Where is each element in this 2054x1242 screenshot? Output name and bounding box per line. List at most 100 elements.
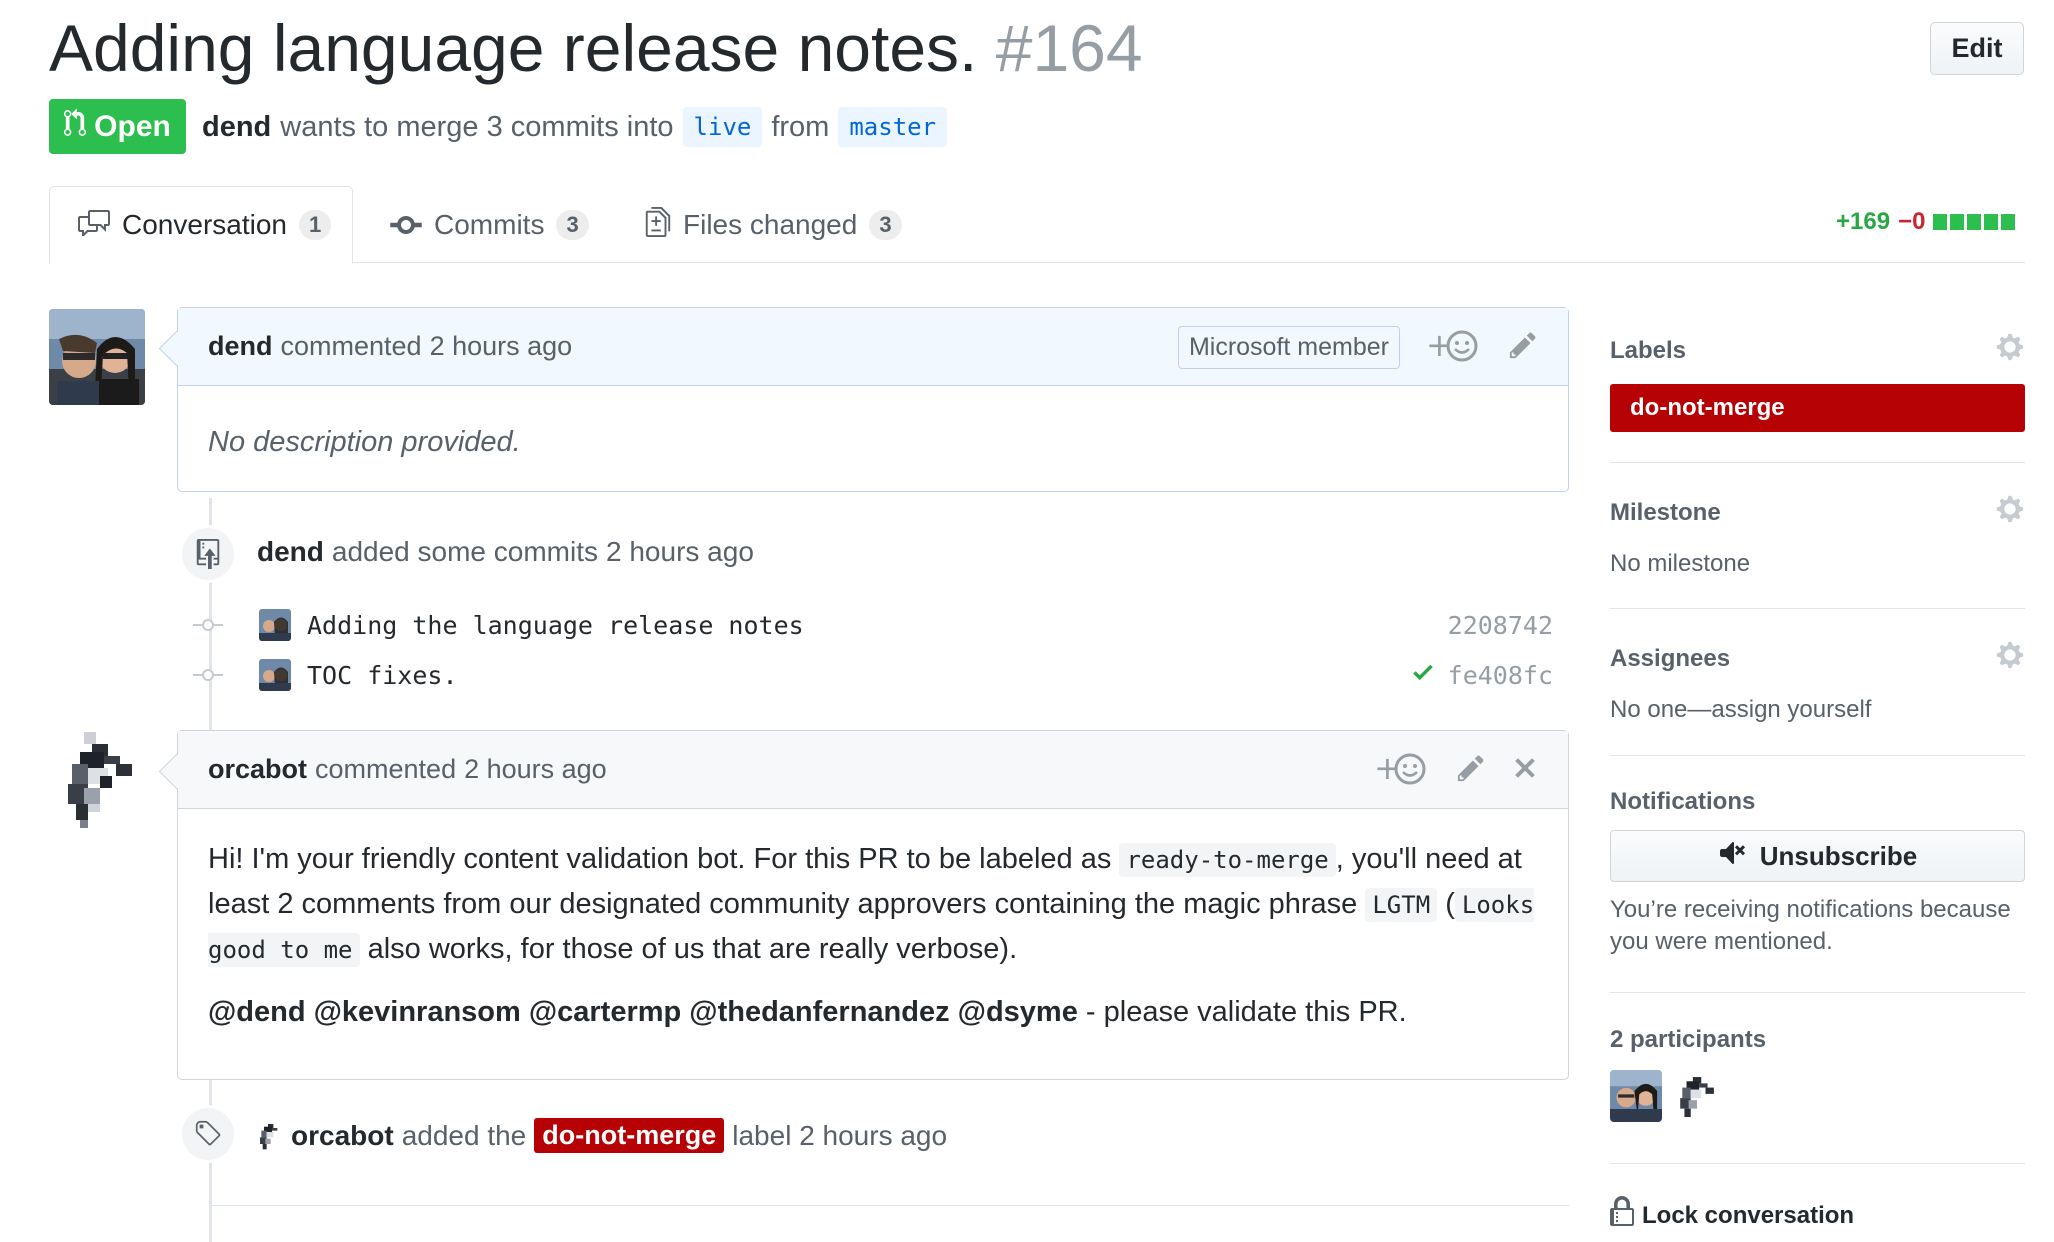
comment-action: commented [315,754,457,784]
user-mentions[interactable]: @dend @kevinransom @cartermp @thedanfern… [208,996,1078,1028]
labels-heading[interactable]: Labels [1610,337,1686,365]
sidebar-lock[interactable]: Lock conversation [1610,1196,2025,1235]
sidebar-participants: 2 participants [1610,1026,2025,1122]
pr-state-label: Open [94,109,171,143]
diffstat-deletions: −0 [1898,208,1926,235]
gear-icon[interactable] [1995,332,2025,370]
commit-row: Adding the language release notes 220874… [193,605,1553,645]
mute-icon [1718,840,1750,873]
milestone-value: No milestone [1610,550,1751,577]
mentions-paragraph: @dend @kevinransom @cartermp @thedanfern… [208,990,1538,1034]
assignees-heading[interactable]: Assignees [1610,645,1730,673]
notifications-heading: Notifications [1610,788,1756,815]
tab-conversation-label: Conversation [122,209,287,240]
comment-dend: dend commented 2 hours ago Microsoft mem… [177,307,1569,492]
comment-orcabot: orcabot commented 2 hours ago + Hi! I'm … [177,730,1569,1080]
assignees-value[interactable]: No one—assign yourself [1610,694,2025,726]
commit-message[interactable]: TOC fixes. [307,661,458,690]
comment-author[interactable]: orcabot [208,754,307,785]
sidebar-labels: Labels do-not-merge [1610,332,2025,432]
code-ready-to-merge: ready-to-merge [1119,843,1336,877]
check-icon[interactable] [1410,659,1436,691]
commits-event-time[interactable]: 2 hours ago [606,536,754,568]
commit-dot-icon [193,618,223,632]
commit-sha[interactable]: 2208742 [1448,611,1553,640]
diffstat-additions: +169 [1836,208,1891,235]
tab-conversation[interactable]: Conversation 1 [49,186,353,264]
comment-author[interactable]: dend [208,331,273,362]
label-event-time: label 2 hours ago [732,1119,948,1151]
comment-discussion-icon [78,208,110,243]
participants-heading: 2 participants [1610,1026,1767,1053]
commits-event: dend added some commits 2 hours ago [257,536,754,568]
label-event-text: added the [401,1119,527,1151]
from-text: from [771,110,830,143]
pr-author-link[interactable]: dend [202,111,271,144]
tab-commits-count: 3 [556,210,589,240]
commit-row: TOC fixes. fe408fc [193,655,1553,695]
commit-dot-icon [193,668,223,682]
sidebar-label-do-not-merge[interactable]: do-not-merge [1610,384,2025,432]
member-badge: Microsoft member [1177,326,1400,369]
tag-icon [179,1105,237,1163]
sidebar-divider [1610,992,2025,993]
pr-title: Adding language release notes. #164 [49,8,1143,88]
git-commit-icon [390,209,422,241]
commit-message[interactable]: Adding the language release notes [307,611,804,640]
unsubscribe-button[interactable]: Unsubscribe [1610,830,2025,882]
commits-event-author[interactable]: dend [257,536,324,568]
label-event-author[interactable]: orcabot [291,1120,394,1152]
git-pull-request-icon [64,107,87,146]
participant-avatars [1610,1070,2025,1122]
gear-icon[interactable] [1995,494,2025,532]
pencil-icon[interactable] [1508,330,1538,366]
head-branch[interactable]: master [838,107,948,147]
comment-body: Hi! I'm your friendly content validation… [178,809,1568,1060]
lock-conversation-link: Lock conversation [1642,1201,1855,1229]
merge-text: wants to merge 3 commits into [280,110,674,143]
tab-commits[interactable]: Commits 3 [390,186,589,264]
bot-text-3: ( [1445,888,1455,920]
comment-header: dend commented 2 hours ago Microsoft mem… [178,308,1568,386]
milestone-heading[interactable]: Milestone [1610,499,1721,527]
pr-title-text: Adding language release notes. [49,11,978,85]
pencil-icon[interactable] [1456,753,1486,789]
add-reaction-icon[interactable]: + [1426,326,1480,368]
diffstat: +169 −0 [1836,208,2016,236]
tab-files-label: Files changed [683,209,858,240]
comment-body: No description provided. [208,426,521,458]
add-reaction-icon[interactable]: + [1374,749,1428,791]
participant-avatar-orcabot[interactable] [1676,1070,1716,1122]
sidebar-divider [1610,608,2025,609]
avatar-dend[interactable] [49,309,145,405]
pr-state-badge: Open [49,99,186,154]
tab-files-changed[interactable]: Files changed 3 [645,186,902,264]
sidebar-assignees: Assignees No one—assign yourself [1610,640,2025,726]
code-lgtm: LGTM [1365,888,1438,922]
sidebar-notifications: Notifications Unsubscribe You’re receivi… [1610,788,2025,958]
tab-conversation-count: 1 [298,210,332,240]
tab-commits-label: Commits [434,209,545,240]
avatar-orcabot[interactable] [60,732,136,828]
orcabot-small-avatar[interactable] [257,1120,283,1152]
commits-event-text: added some commits [331,536,598,567]
base-branch[interactable]: live [682,107,763,147]
comment-header: orcabot commented 2 hours ago + [178,731,1568,809]
close-icon[interactable] [1512,753,1538,789]
edit-button[interactable]: Edit [1930,22,2024,75]
lock-icon [1610,1196,1634,1235]
commit-author-avatar[interactable] [259,609,291,641]
commit-author-avatar[interactable] [259,659,291,691]
pr-meta: dend wants to merge 3 commits into live … [202,104,948,150]
tab-files-count: 3 [869,210,902,240]
participant-avatar-dend[interactable] [1610,1070,1662,1122]
label-do-not-merge[interactable]: do-not-merge [534,1118,725,1153]
sidebar-milestone: Milestone No milestone [1610,494,2025,580]
gear-icon[interactable] [1995,640,2025,678]
commit-sha[interactable]: fe408fc [1448,661,1553,690]
bot-message-paragraph: Hi! I'm your friendly content validation… [208,837,1538,972]
comment-time[interactable]: 2 hours ago [464,754,607,785]
comment-time[interactable]: 2 hours ago [430,331,573,362]
comment-action: commented [280,331,422,361]
notifications-reason: You’re receiving notifications because y… [1610,896,2011,955]
